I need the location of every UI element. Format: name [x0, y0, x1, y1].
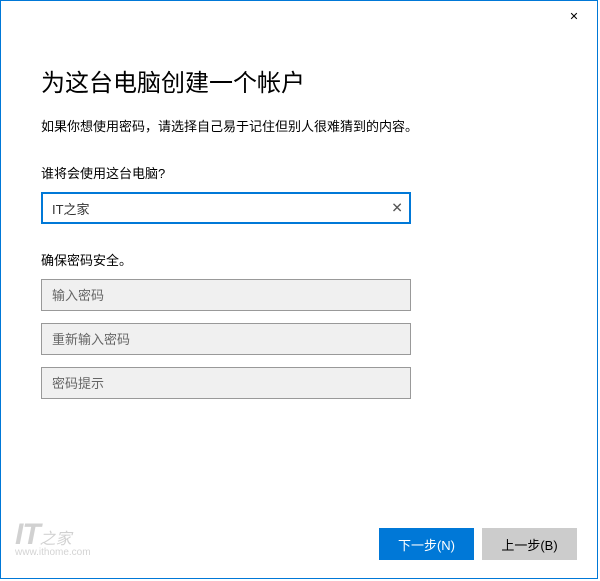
confirm-password-input-wrap — [41, 323, 411, 355]
content-area: 为这台电脑创建一个帐户 如果你想使用密码，请选择自己易于记住但别人很难猜到的内容… — [1, 31, 597, 399]
watermark-brand-sub: 之家 — [40, 531, 72, 548]
confirm-password-input[interactable] — [41, 323, 411, 355]
password-section-label: 确保密码安全。 — [41, 250, 557, 269]
password-input[interactable] — [41, 279, 411, 311]
password-input-wrap — [41, 279, 411, 311]
clear-input-icon[interactable]: ✕ — [391, 200, 403, 217]
footer-buttons: 下一步(N) 上一步(B) — [379, 528, 577, 560]
close-icon: ✕ — [569, 10, 578, 23]
dialog-window: ✕ 为这台电脑创建一个帐户 如果你想使用密码，请选择自己易于记住但别人很难猜到的… — [0, 0, 598, 579]
close-button[interactable]: ✕ — [551, 1, 597, 31]
watermark-url: www.ithome.com — [15, 548, 91, 558]
password-hint-input[interactable] — [41, 367, 411, 399]
page-title: 为这台电脑创建一个帐户 — [41, 63, 557, 98]
username-label: 谁将会使用这台电脑? — [41, 163, 557, 182]
back-button[interactable]: 上一步(B) — [482, 528, 577, 560]
username-input[interactable] — [41, 192, 411, 224]
password-hint-input-wrap — [41, 367, 411, 399]
username-input-wrap: ✕ — [41, 192, 411, 224]
page-subtitle: 如果你想使用密码，请选择自己易于记住但别人很难猜到的内容。 — [41, 116, 557, 135]
watermark-brand-main: IT — [15, 518, 40, 551]
next-button[interactable]: 下一步(N) — [379, 528, 474, 560]
titlebar: ✕ — [1, 1, 597, 31]
watermark: IT之家 www.ithome.com — [15, 520, 91, 558]
